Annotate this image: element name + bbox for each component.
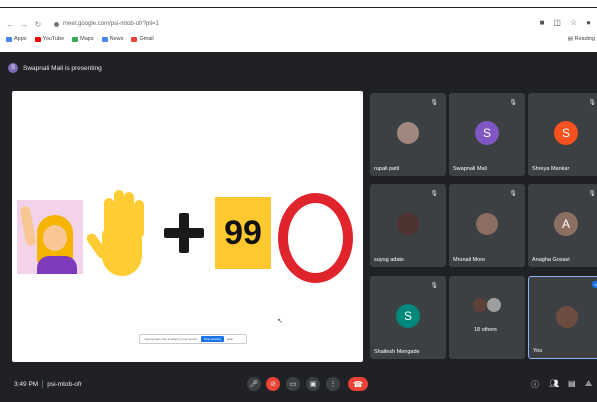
top-border xyxy=(0,7,597,8)
chat-icon[interactable]: ▤ xyxy=(568,379,576,388)
participant-name: Swapnali Mali xyxy=(453,166,487,172)
captions-icon: ▭ xyxy=(289,381,297,388)
meeting-details: 3:49 PM psi-mtob-ofr xyxy=(14,380,82,388)
participant-tile[interactable]: suyog adate 🎙︎ xyxy=(370,184,446,267)
muted-mic-icon: 🎙︎ xyxy=(509,191,517,197)
woman-raising-hand-icon xyxy=(17,200,83,274)
present-button[interactable]: ▣ xyxy=(306,377,320,391)
participant-photo xyxy=(476,213,498,235)
participant-tile[interactable]: S Swapnali Mali 🎙︎ xyxy=(449,93,525,176)
muted-mic-icon: 🎙︎ xyxy=(588,191,596,197)
microphone-button[interactable]: 🎤︎ xyxy=(247,377,261,391)
browser-actions: ■ ◫ ☆ ● xyxy=(540,18,591,27)
screen-share-bar: meet.google.com is sharing your screen. … xyxy=(139,334,247,344)
browser-chrome: ← → ↻ meet.google.com/psi-mtob-ofr?pli=1… xyxy=(0,12,597,52)
participant-photo xyxy=(397,213,419,235)
back-icon[interactable]: ← xyxy=(6,20,14,29)
raised-hand-icon xyxy=(84,188,152,280)
muted-mic-icon: 🎙︎ xyxy=(430,100,438,106)
stop-sharing-button[interactable]: Stop sharing xyxy=(201,336,224,342)
clock-time: 3:49 PM xyxy=(14,380,39,388)
red-circle-icon xyxy=(278,193,353,283)
reload-icon[interactable]: ↻ xyxy=(34,20,42,29)
shared-screen: 99 ↖ meet.google.com is sharing your scr… xyxy=(12,91,363,362)
participant-tile[interactable]: S Shailesh Mengade 🎙︎ xyxy=(370,276,446,359)
participant-name: suyog adate xyxy=(374,257,404,263)
share-text: meet.google.com is sharing your screen. xyxy=(144,337,199,341)
url-field[interactable]: meet.google.com/psi-mtob-ofr?pli=1 xyxy=(54,21,159,27)
hide-button[interactable]: Hide xyxy=(227,337,233,341)
muted-mic-icon: 🎙︎ xyxy=(430,283,438,289)
people-icon[interactable]: 👥︎ xyxy=(549,379,559,388)
presenter-avatar: S xyxy=(8,63,18,73)
meet-window: S Swapnali Mali is presenting 99 ↖ meet.… xyxy=(0,52,597,402)
hang-up-icon: ☎ xyxy=(353,379,363,389)
meeting-code[interactable]: psi-mtob-ofr xyxy=(47,381,82,388)
presenting-text: Swapnali Mali is presenting xyxy=(23,64,102,72)
participant-name: Anagha Gosavi xyxy=(532,257,570,263)
separator xyxy=(42,380,44,388)
bookmark-youtube[interactable]: YouTube xyxy=(34,36,64,42)
tile-options-icon[interactable]: ••• xyxy=(592,281,597,288)
reading-list[interactable]: ▤ Reading xyxy=(568,36,595,42)
more-options-button[interactable]: ⋮ xyxy=(326,377,340,391)
participant-name: Shailesh Mengade xyxy=(374,349,420,355)
participant-photo xyxy=(556,306,578,328)
bookmarks-bar: Apps YouTube Maps News Gmail xyxy=(6,36,154,42)
participant-tile[interactable]: S Shreya Mankar 🎙︎ xyxy=(528,93,597,176)
participant-name: Mrunali More xyxy=(453,257,486,263)
muted-mic-icon: 🎙︎ xyxy=(588,100,596,106)
participant-name: 18 others xyxy=(474,327,497,333)
camera-off-button[interactable]: ⊘ xyxy=(266,377,280,391)
participant-name: Shreya Mankar xyxy=(532,166,570,172)
address-bar: ← → ↻ meet.google.com/psi-mtob-ofr?pli=1… xyxy=(0,16,597,32)
participant-avatar: S xyxy=(396,304,420,328)
presenting-banner: S Swapnali Mali is presenting xyxy=(8,60,102,76)
participant-avatar: A xyxy=(554,212,578,236)
participant-name: rupali patil xyxy=(374,166,400,172)
participant-tile[interactable]: rupali patil 🎙︎ xyxy=(370,93,446,176)
camera-icon[interactable]: ■ xyxy=(540,18,545,27)
muted-mic-icon: 🎙︎ xyxy=(430,191,438,197)
bookmark-star-icon[interactable]: ☆ xyxy=(570,18,577,27)
participant-photo xyxy=(397,122,419,144)
url-text: meet.google.com/psi-mtob-ofr?pli=1 xyxy=(63,21,159,27)
bookmark-maps[interactable]: Maps xyxy=(72,36,94,42)
info-icon[interactable]: ⓘ xyxy=(531,379,539,390)
participant-avatar: S xyxy=(475,121,499,145)
more-vert-icon: ⋮ xyxy=(329,381,337,388)
participant-name: You xyxy=(533,348,543,354)
profile-icon[interactable]: ● xyxy=(586,18,591,27)
bookmark-news[interactable]: News xyxy=(101,36,123,42)
maps-icon xyxy=(72,36,79,42)
youtube-icon xyxy=(34,36,41,42)
extensions-icon[interactable]: ◫ xyxy=(553,18,561,27)
participant-photo xyxy=(487,298,501,312)
hundred-badge: 99 xyxy=(215,197,271,269)
bookmark-apps[interactable]: Apps xyxy=(6,36,27,42)
lock-icon xyxy=(54,21,59,27)
camera-off-icon: ⊘ xyxy=(270,381,276,388)
participant-photo xyxy=(473,298,487,312)
participant-tile[interactable]: 18 others xyxy=(449,276,525,359)
bookmark-gmail[interactable]: Gmail xyxy=(131,36,154,42)
bottom-toolbar: 3:49 PM psi-mtob-ofr 🎤︎ ⊘ ▭ ▣ ⋮ ☎ ⓘ 👥︎ ▤… xyxy=(0,375,597,402)
captions-button[interactable]: ▭ xyxy=(286,377,300,391)
activities-icon[interactable]: ⟁ xyxy=(585,379,592,389)
participant-tile[interactable]: Mrunali More 🎙︎ xyxy=(449,184,525,267)
news-icon xyxy=(101,36,108,42)
forward-icon[interactable]: → xyxy=(20,20,28,29)
apps-icon xyxy=(6,36,12,42)
present-icon: ▣ xyxy=(309,381,317,388)
end-call-button[interactable]: ☎ xyxy=(348,377,368,391)
gmail-icon xyxy=(131,36,138,42)
plus-icon xyxy=(164,213,204,253)
participant-tile[interactable]: You ••• xyxy=(528,276,597,359)
mic-icon: 🎤︎ xyxy=(249,381,259,388)
muted-mic-icon: 🎙︎ xyxy=(509,100,517,106)
mouse-cursor-icon: ↖ xyxy=(277,318,283,325)
participant-tile[interactable]: A Anagha Gosavi 🎙︎ xyxy=(528,184,597,267)
participant-avatar: S xyxy=(554,121,578,145)
